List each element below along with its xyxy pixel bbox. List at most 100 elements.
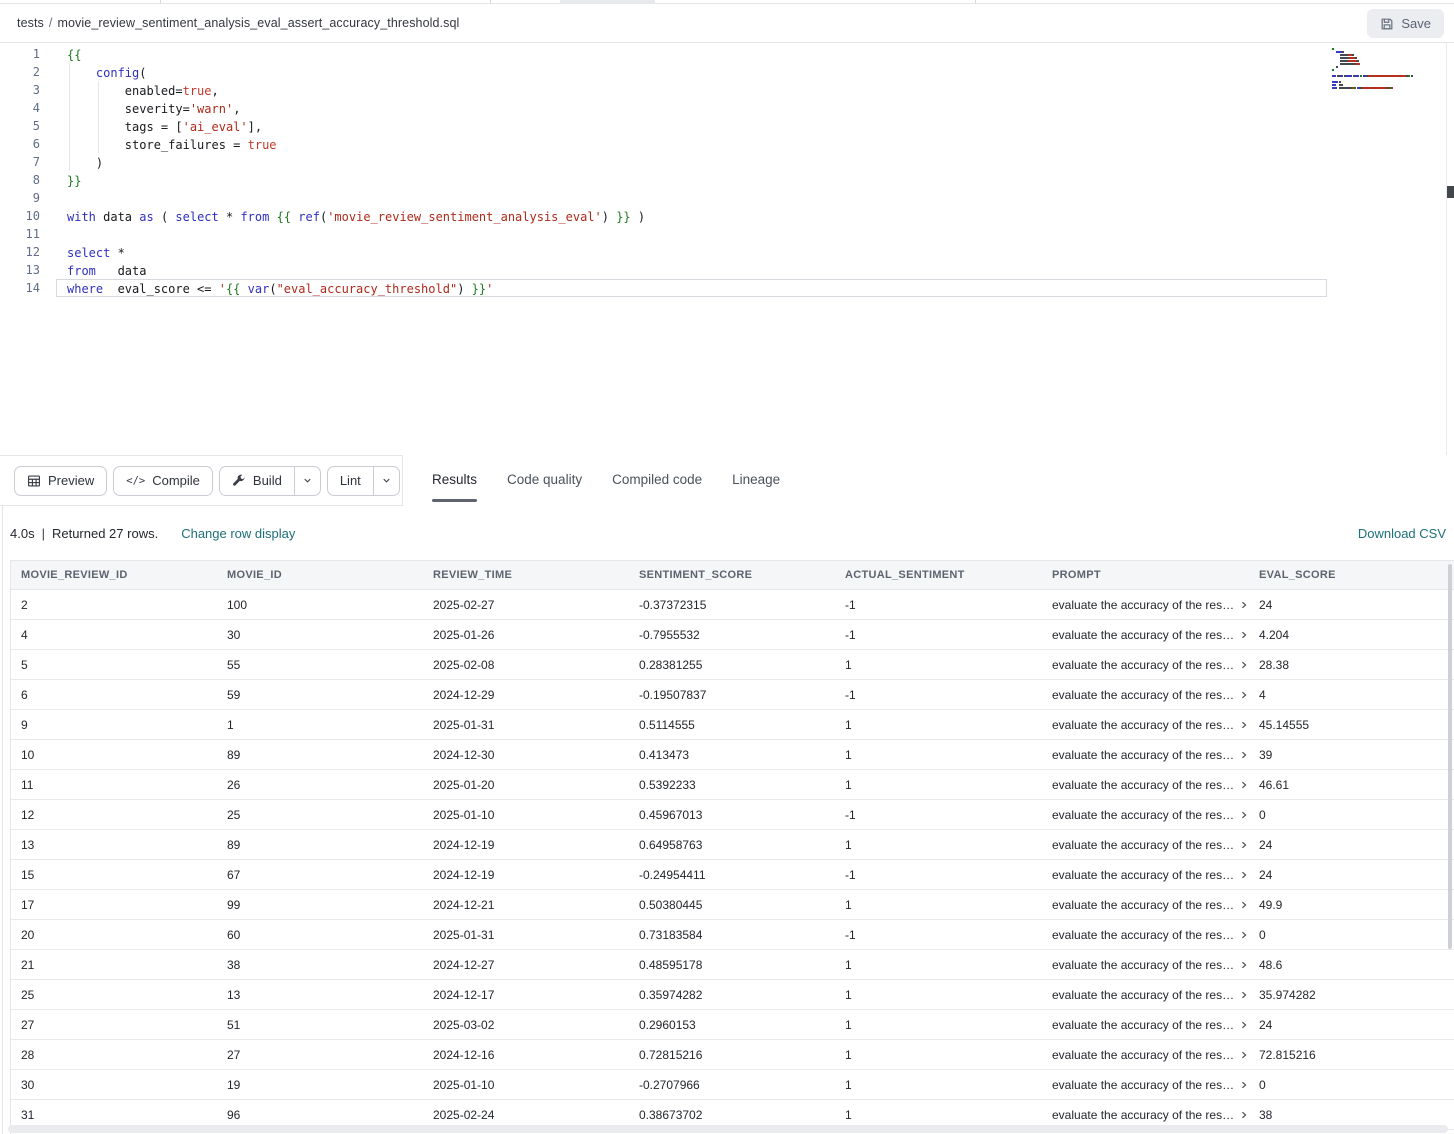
code-token: 'movie_review_sentiment_analysis_eval' — [327, 210, 602, 224]
code-line[interactable]: {{ — [56, 45, 1327, 63]
prompt-cell: evaluate the accuracy of the res… — [1042, 838, 1249, 852]
code-token: , — [212, 84, 219, 98]
code-token: 'warn' — [190, 102, 233, 116]
editor-scrollbar-thumb[interactable] — [1447, 186, 1454, 198]
result-tabs: Results Code quality Compiled code Lineage — [403, 455, 1454, 504]
line-number: 13 — [0, 261, 40, 279]
table-vertical-scrollbar[interactable] — [1448, 564, 1452, 949]
code-token: "eval_accuracy_threshold" — [277, 282, 458, 296]
table-cell: 89 — [217, 748, 423, 762]
expand-prompt-icon[interactable] — [1239, 900, 1249, 910]
table-cell: 51 — [217, 1018, 423, 1032]
prompt-cell-text: evaluate the accuracy of the res… — [1052, 598, 1234, 612]
code-line[interactable]: from data — [56, 261, 1327, 279]
expand-prompt-icon[interactable] — [1239, 1110, 1249, 1120]
table-horizontal-scrollbar[interactable] — [8, 1125, 1448, 1133]
expand-prompt-icon[interactable] — [1239, 930, 1249, 940]
code-line-active[interactable]: where eval_score <= '{{ var("eval_accura… — [56, 279, 1327, 297]
expand-prompt-icon[interactable] — [1239, 1080, 1249, 1090]
code-editor[interactable]: 1234567891011121314 {{ config( enabled=t… — [0, 43, 1454, 455]
line-number: 2 — [0, 63, 40, 81]
expand-prompt-icon[interactable] — [1239, 840, 1249, 850]
column-header-sentiment_score[interactable]: SENTIMENT_SCORE — [629, 569, 835, 581]
expand-prompt-icon[interactable] — [1239, 690, 1249, 700]
table-row: 20602025-01-310.73183584-1evaluate the a… — [11, 920, 1454, 950]
prompt-cell: evaluate the accuracy of the res… — [1042, 868, 1249, 882]
code-line[interactable]: with data as ( select * from {{ ref('mov… — [56, 207, 1327, 225]
lint-dropdown-button[interactable] — [373, 466, 400, 496]
expand-prompt-icon[interactable] — [1239, 660, 1249, 670]
expand-prompt-icon[interactable] — [1239, 870, 1249, 880]
code-area[interactable]: {{ config( enabled=true, severity='warn'… — [56, 45, 1327, 297]
lint-split-button: Lint — [327, 466, 400, 496]
table-cell: 2024-12-30 — [423, 748, 629, 762]
expand-prompt-icon[interactable] — [1239, 1050, 1249, 1060]
prompt-cell-text: evaluate the accuracy of the res… — [1052, 1078, 1234, 1092]
code-line[interactable]: }} — [56, 171, 1327, 189]
minimap-line — [1332, 69, 1442, 71]
build-dropdown-button[interactable] — [294, 466, 321, 496]
code-line[interactable]: severity='warn', — [56, 99, 1327, 117]
line-number: 12 — [0, 243, 40, 261]
code-line[interactable]: store_failures = true — [56, 135, 1327, 153]
build-button[interactable]: Build — [219, 466, 294, 496]
minimap-line — [1332, 63, 1442, 65]
minimap-line — [1332, 87, 1442, 89]
build-split-button: Build — [219, 466, 321, 496]
expand-prompt-icon[interactable] — [1239, 810, 1249, 820]
query-duration: 4.0s — [10, 526, 35, 541]
column-header-actual_sentiment[interactable]: ACTUAL_SENTIMENT — [835, 569, 1042, 581]
table-cell: -1 — [835, 928, 1042, 942]
column-header-prompt[interactable]: PROMPT — [1042, 569, 1249, 581]
lint-button[interactable]: Lint — [327, 466, 373, 496]
prompt-cell: evaluate the accuracy of the res… — [1042, 1048, 1249, 1062]
code-line[interactable] — [56, 189, 1327, 207]
expand-prompt-icon[interactable] — [1239, 630, 1249, 640]
code-token: var — [248, 282, 270, 296]
expand-prompt-icon[interactable] — [1239, 960, 1249, 970]
prompt-cell: evaluate the accuracy of the res… — [1042, 1078, 1249, 1092]
breadcrumb-folder[interactable]: tests — [17, 16, 44, 30]
save-button[interactable]: Save — [1367, 9, 1444, 38]
expand-prompt-icon[interactable] — [1239, 1020, 1249, 1030]
preview-button[interactable]: Preview — [14, 466, 107, 496]
prompt-cell-text: evaluate the accuracy of the res… — [1052, 688, 1234, 702]
line-number: 8 — [0, 171, 40, 189]
code-line[interactable] — [56, 225, 1327, 243]
compile-button[interactable]: </> Compile — [113, 466, 213, 496]
table-cell: 27 — [11, 1018, 217, 1032]
table-cell: 24 — [1249, 838, 1454, 852]
table-row: 6592024-12-29-0.19507837-1evaluate the a… — [11, 680, 1454, 710]
minimap-line — [1332, 81, 1442, 83]
tab-code-quality[interactable]: Code quality — [507, 455, 582, 504]
table-row: 21002025-02-27-0.37372315-1evaluate the … — [11, 590, 1454, 620]
table-cell: -1 — [835, 688, 1042, 702]
code-line[interactable]: ) — [56, 153, 1327, 171]
code-line[interactable]: tags = ['ai_eval'], — [56, 117, 1327, 135]
column-header-eval_score[interactable]: EVAL_SCORE — [1249, 569, 1454, 581]
table-row: 27512025-03-020.29601531evaluate the acc… — [11, 1010, 1454, 1040]
table-icon — [27, 474, 41, 488]
tab-results[interactable]: Results — [432, 455, 477, 504]
expand-prompt-icon[interactable] — [1239, 780, 1249, 790]
tab-compiled-code[interactable]: Compiled code — [612, 455, 702, 504]
download-csv-link[interactable]: Download CSV — [1358, 526, 1446, 541]
expand-prompt-icon[interactable] — [1239, 720, 1249, 730]
column-header-movie_id[interactable]: MOVIE_ID — [217, 569, 423, 581]
table-cell: 0.50380445 — [629, 898, 835, 912]
code-line[interactable]: config( — [56, 63, 1327, 81]
minimap[interactable] — [1332, 48, 1442, 90]
code-token: ) — [457, 282, 471, 296]
column-header-movie_review_id[interactable]: MOVIE_REVIEW_ID — [11, 569, 217, 581]
code-line[interactable]: select * — [56, 243, 1327, 261]
minimap-line — [1332, 66, 1442, 68]
table-cell: 48.6 — [1249, 958, 1454, 972]
expand-prompt-icon[interactable] — [1239, 750, 1249, 760]
code-line[interactable]: enabled=true, — [56, 81, 1327, 99]
change-row-display-link[interactable]: Change row display — [181, 526, 295, 541]
expand-prompt-icon[interactable] — [1239, 990, 1249, 1000]
tab-lineage[interactable]: Lineage — [732, 455, 780, 504]
expand-prompt-icon[interactable] — [1239, 600, 1249, 610]
column-header-review_time[interactable]: REVIEW_TIME — [423, 569, 629, 581]
status-bar: 4.0s | Returned 27 rows. Change row disp… — [0, 506, 1454, 560]
